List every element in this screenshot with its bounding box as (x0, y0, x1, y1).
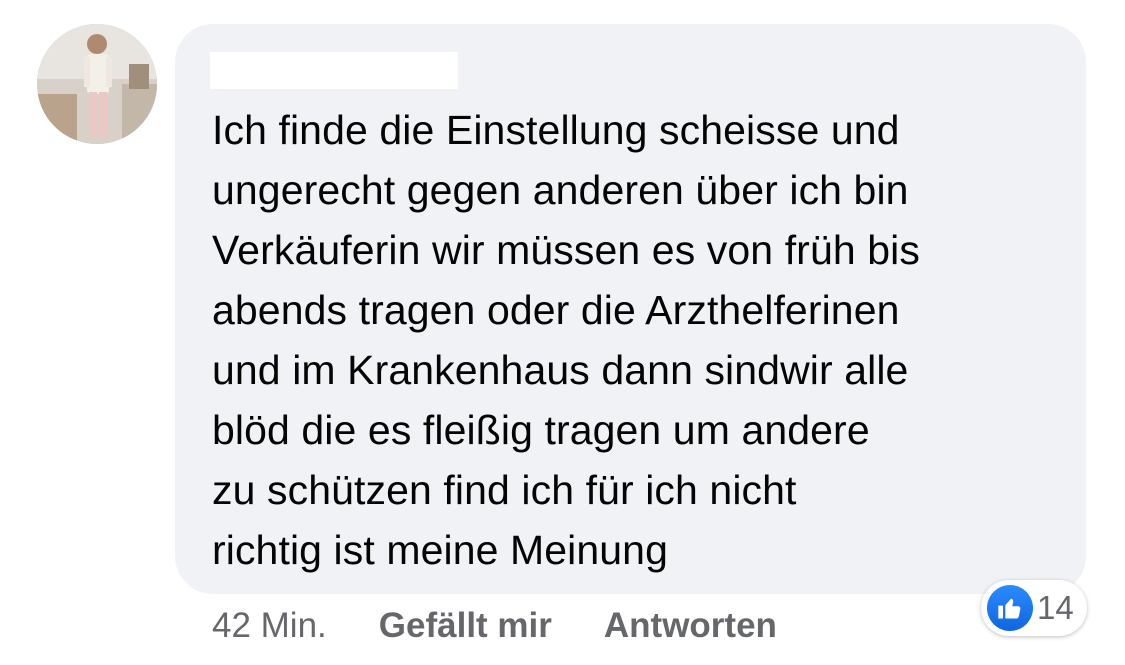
like-button[interactable]: Gefällt mir (379, 606, 552, 646)
reaction-count: 14 (1037, 589, 1074, 626)
comment-line: ungerecht gegen anderen über ich bin (212, 167, 909, 213)
profile-photo (37, 24, 157, 144)
timestamp[interactable]: 42 Min. (212, 606, 327, 646)
comment-actions: 42 Min. Gefällt mir Antworten (212, 604, 777, 648)
comment-line: und im Krankenhaus dann sindwir alle (212, 347, 909, 393)
avatar[interactable] (37, 24, 157, 144)
reply-button[interactable]: Antworten (604, 606, 777, 646)
comment-line: blöd die es fleißig tragen um andere (212, 407, 870, 453)
comment-line: Ich finde die Einstellung scheisse und (212, 107, 900, 153)
comment-line: zu schützen find ich für ich nicht (212, 467, 797, 513)
comment-line: Verkäuferin wir müssen es von früh bis (212, 227, 920, 273)
thumbs-up-icon (987, 585, 1033, 631)
comment-line: abends tragen oder die Arzthelferinen (212, 287, 900, 333)
comment-text: Ich finde die Einstellung scheisse und u… (212, 100, 1072, 580)
comment-line: richtig ist meine Meinung (212, 527, 668, 573)
comment-container: Ich finde die Einstellung scheisse und u… (0, 0, 1125, 665)
redacted-author-name (210, 52, 458, 89)
reaction-summary[interactable]: 14 (981, 580, 1087, 636)
